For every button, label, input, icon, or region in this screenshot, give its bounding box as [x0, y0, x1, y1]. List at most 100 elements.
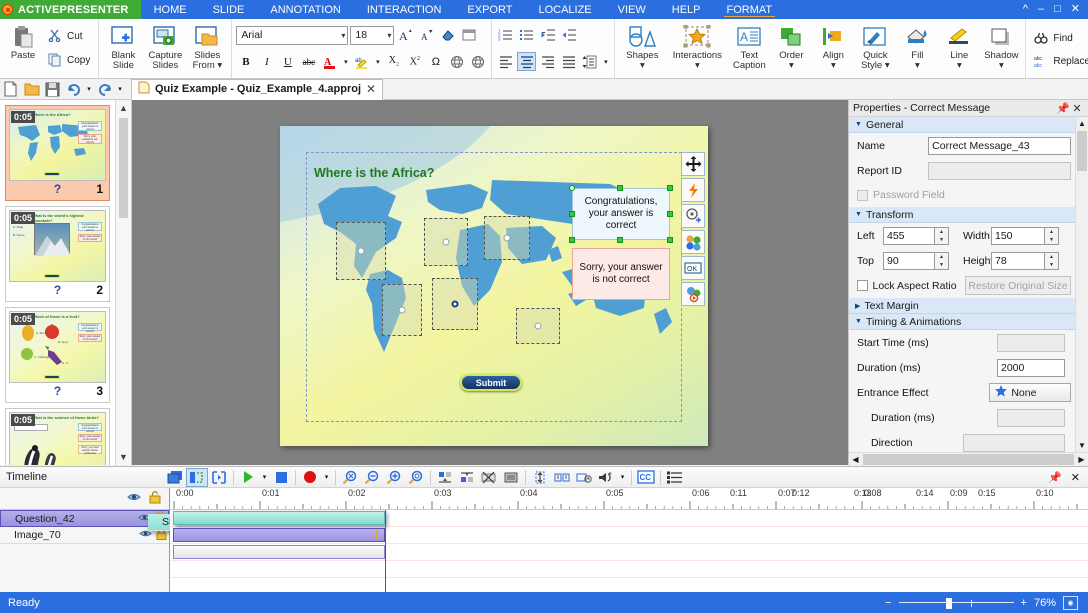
blank-slide-button[interactable]: BlankSlide [102, 21, 144, 76]
slide-canvas-area[interactable]: Where is the Africa? [132, 100, 848, 465]
align-button[interactable]: Align▾ [812, 21, 854, 76]
menu-item-export[interactable]: EXPORT [454, 0, 525, 19]
fill-button[interactable]: Fill▾ [896, 21, 938, 76]
move-icon[interactable] [681, 152, 705, 176]
entrance-direction-input[interactable] [963, 434, 1065, 452]
timeline-track-image[interactable]: Image_70 [0, 527, 169, 544]
hyperlink-button[interactable] [447, 52, 466, 71]
drop-zone-north-america[interactable] [336, 222, 386, 280]
timeline-bar-question[interactable] [173, 528, 385, 542]
slides-from-caret-icon[interactable]: ▾ [217, 60, 222, 71]
split-icon[interactable] [551, 468, 573, 487]
decrease-font-size-button[interactable]: A [417, 26, 436, 45]
delete-clip-icon[interactable] [500, 468, 522, 487]
scroll-down-icon[interactable]: ▼ [116, 449, 131, 465]
paste-button[interactable]: Paste [3, 21, 43, 76]
underline-button[interactable]: U [278, 52, 297, 71]
undo-icon[interactable] [63, 80, 84, 99]
align-left-button[interactable] [496, 52, 515, 71]
maximize-icon[interactable]: □ [1054, 4, 1061, 15]
stepper-down-icon[interactable]: ▼ [935, 236, 948, 244]
resize-handle-tc[interactable] [617, 185, 623, 191]
timeline-row-question[interactable] [170, 527, 1088, 544]
zo om-fit-icon[interactable] [405, 468, 427, 487]
menu-item-home[interactable]: HOME [141, 0, 200, 19]
text-direction-button[interactable] [459, 26, 478, 45]
name-input[interactable]: Correct Message_43 [928, 137, 1071, 155]
password-field-checkbox[interactable] [857, 190, 868, 201]
interactions-caret-icon[interactable]: ▾ [695, 60, 700, 71]
lock-aspect-ratio-checkbox[interactable] [857, 280, 868, 291]
width-stepper[interactable]: ▲▼ [1045, 227, 1059, 245]
scroll-right-icon[interactable]: ▶ [1075, 455, 1088, 464]
timeline-row-image[interactable] [170, 544, 1088, 561]
stop-icon[interactable] [270, 468, 292, 487]
capture-slides-button[interactable]: CaptureSlides [144, 21, 186, 76]
close-icon[interactable]: ✕ [1071, 471, 1080, 484]
lock-icon[interactable] [149, 491, 161, 507]
timeline-row-slide[interactable] [170, 510, 1088, 527]
pin-icon[interactable]: 📌 [1048, 471, 1062, 484]
snap-icon[interactable] [186, 468, 208, 487]
increase-indent-button[interactable] [559, 26, 578, 45]
freeze-icon[interactable] [573, 468, 595, 487]
stepper-down-icon[interactable]: ▼ [935, 261, 948, 269]
align-justify-button[interactable] [559, 52, 578, 71]
scroll-down-icon[interactable]: ▼ [1076, 439, 1088, 452]
incorrect-message-box[interactable]: Sorry, your answer is not correct [572, 248, 670, 300]
align-center-button[interactable] [517, 52, 536, 71]
scroll-left-icon[interactable]: ◀ [849, 455, 862, 464]
menu-item-format[interactable]: FORMAT [714, 0, 786, 19]
line-button[interactable]: Line▾ [938, 21, 980, 76]
resize-handle-bc[interactable] [617, 237, 623, 243]
record-caret-icon[interactable]: ▾ [321, 468, 332, 487]
closed-caption-icon[interactable]: CC [635, 468, 657, 487]
strikethrough-button[interactable]: abc [299, 52, 318, 71]
menu-item-help[interactable]: HELP [659, 0, 714, 19]
interactions-button[interactable]: Interactions▾ [666, 21, 728, 76]
zoom-in-button[interactable]: + [1021, 597, 1027, 609]
open-folder-icon[interactable] [21, 80, 42, 99]
pin-icon[interactable]: 📌 [1056, 102, 1070, 115]
save-icon[interactable] [42, 80, 63, 99]
align-caret-icon[interactable]: ▾ [831, 60, 836, 71]
cut-clip-icon[interactable] [478, 468, 500, 487]
start-time-input[interactable] [997, 334, 1065, 352]
entrance-duration-input[interactable] [997, 409, 1065, 427]
slide-canvas[interactable]: Where is the Africa? [280, 126, 708, 446]
slide-thumbnail-2[interactable]: 0:05 What is the world's highest mountai… [5, 206, 110, 302]
scroll-up-icon[interactable]: ▲ [1076, 117, 1088, 130]
drop-zone-south-america[interactable] [382, 284, 422, 336]
fit-to-window-icon[interactable]: ◉ [1063, 596, 1078, 610]
drop-zone-europe[interactable] [424, 218, 468, 266]
slides-from-button[interactable]: SlidesFrom ▾ [186, 21, 228, 76]
cut-button[interactable]: Cut [45, 27, 93, 45]
caret-up-icon[interactable]: ^ [1023, 4, 1028, 15]
stepper-up-icon[interactable]: ▲ [1045, 228, 1058, 236]
drop-zone-asia[interactable] [484, 216, 530, 260]
stepper-down-icon[interactable]: ▼ [1045, 236, 1058, 244]
minimize-icon[interactable]: – [1038, 4, 1044, 15]
record-icon[interactable] [299, 468, 321, 487]
zoom-reset-icon[interactable] [339, 468, 361, 487]
quick-style-button[interactable]: QuickStyle ▾ [854, 21, 896, 76]
subscript-button[interactable]: X2 [384, 52, 403, 71]
submit-button[interactable]: Submit [460, 374, 522, 391]
new-document-icon[interactable] [0, 80, 21, 99]
slide-thumbnail-panel[interactable]: 0:05 Where is the Africa? Congratulation… [0, 100, 132, 465]
line-spacing-button[interactable] [580, 52, 599, 71]
zoom-slider-knob[interactable] [946, 598, 952, 609]
report-id-input[interactable] [928, 162, 1071, 180]
bulleted-list-button[interactable] [517, 26, 536, 45]
slide-thumbnail-1[interactable]: 0:05 Where is the Africa? Congratulation… [5, 105, 110, 201]
close-icon[interactable]: ✕ [1071, 4, 1080, 15]
properties-icon[interactable] [664, 468, 686, 487]
top-input[interactable]: 90 [883, 252, 935, 270]
resize-handle-ml[interactable] [569, 211, 575, 217]
menu-item-view[interactable]: VIEW [605, 0, 659, 19]
shapes-button[interactable]: Shapes▾ [618, 21, 666, 76]
properties-panel[interactable]: Properties - Correct Message 📌 ✕ ▼ Gener… [848, 100, 1088, 465]
slide-thumbnail-4[interactable]: 0:05 What is the science of these birds?… [5, 408, 110, 465]
resize-handle-tr[interactable] [667, 185, 673, 191]
shadow-caret-icon[interactable]: ▾ [999, 60, 1004, 71]
